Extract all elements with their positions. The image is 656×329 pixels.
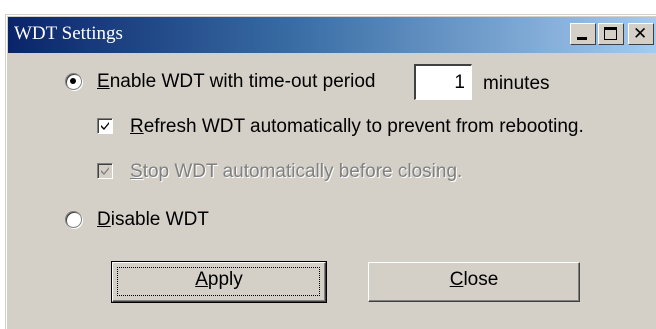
focus-rect	[117, 267, 320, 296]
stop-wdt-checkbox[interactable]	[97, 163, 113, 179]
timeout-unit-label: minutes	[483, 73, 550, 94]
title-bar[interactable]: WDT Settings ✕	[8, 17, 656, 53]
mnemonic: R	[130, 116, 144, 137]
radio-selected-dot	[70, 78, 76, 84]
enable-wdt-label[interactable]: Enable WDT with time-out period	[97, 71, 375, 93]
maximize-button[interactable]	[598, 23, 624, 45]
enable-wdt-text: nable WDT with time-out period	[109, 71, 376, 92]
close-button[interactable]: Close	[368, 262, 580, 302]
checkmark-icon	[101, 122, 109, 130]
disable-wdt-text: isable WDT	[110, 209, 209, 230]
refresh-wdt-text: efresh WDT automatically to prevent from…	[143, 116, 584, 137]
mnemonic: S	[130, 161, 143, 182]
close-icon: ✕	[633, 24, 648, 44]
refresh-wdt-checkbox[interactable]	[97, 118, 113, 134]
timeout-period-input[interactable]	[414, 64, 472, 100]
disable-wdt-radio[interactable]	[65, 211, 82, 228]
mnemonic: D	[97, 209, 111, 230]
mnemonic: C	[449, 269, 464, 290]
checkmark-icon	[101, 167, 109, 175]
disable-wdt-label[interactable]: Disable WDT	[97, 209, 209, 231]
close-window-button[interactable]: ✕	[628, 23, 654, 45]
stop-wdt-text: top WDT automatically before closing.	[142, 161, 463, 182]
close-text: lose	[463, 269, 499, 290]
enable-wdt-radio[interactable]	[65, 73, 82, 90]
minimize-icon	[577, 37, 587, 40]
mnemonic: E	[97, 71, 110, 92]
minimize-button[interactable]	[570, 23, 596, 45]
stop-wdt-label: Stop WDT automatically before closing.	[130, 161, 462, 183]
maximize-icon	[604, 27, 617, 40]
window-title: WDT Settings	[14, 23, 123, 44]
apply-button[interactable]: Apply	[111, 261, 327, 303]
refresh-wdt-label[interactable]: Refresh WDT automatically to prevent fro…	[130, 116, 584, 138]
